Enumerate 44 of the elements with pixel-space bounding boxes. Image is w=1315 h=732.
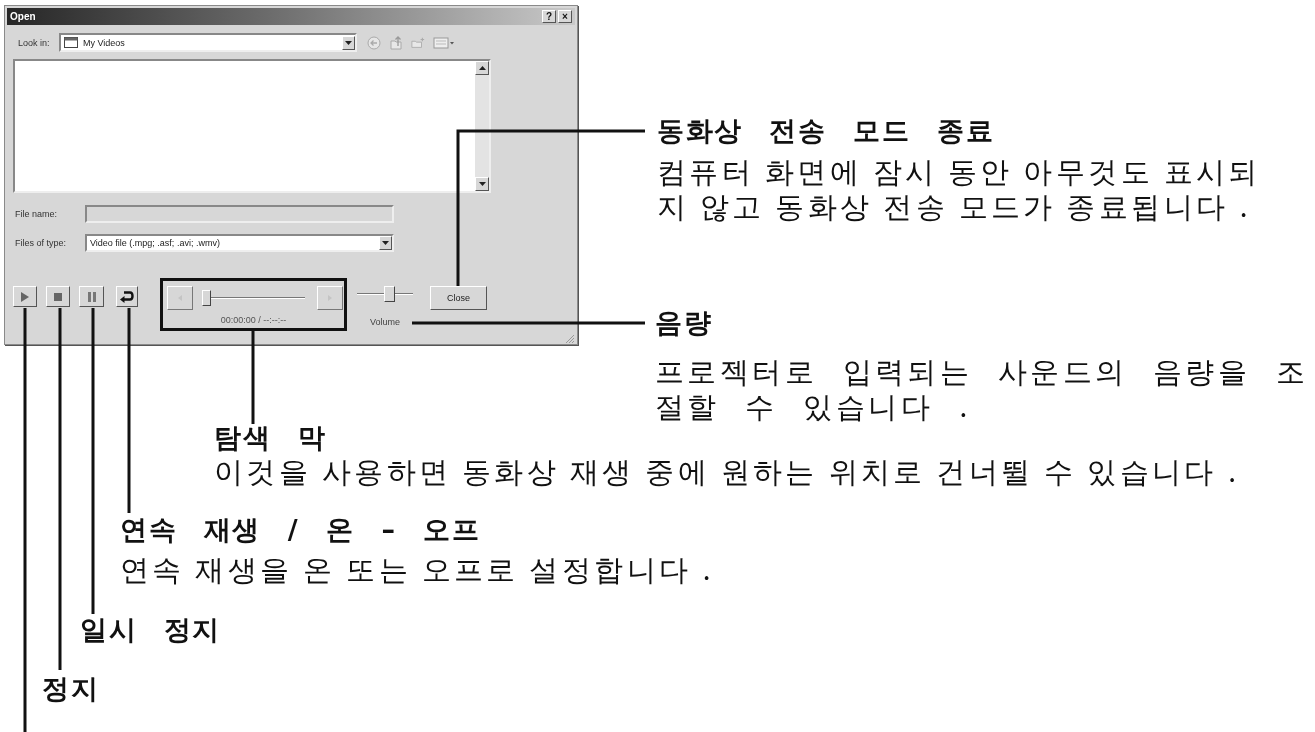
look-in-label: Look in: [18, 37, 51, 48]
callout-title: 일시 정지 [80, 613, 221, 647]
window-icon [64, 37, 78, 48]
up-arrow-icon [478, 66, 486, 70]
down-arrow-icon [382, 241, 389, 245]
seek-forward-button[interactable] [317, 286, 343, 310]
close-button[interactable]: Close [430, 286, 487, 310]
help-button[interactable]: ? [542, 10, 556, 23]
seek-back-button[interactable] [167, 286, 193, 310]
down-arrow-icon [345, 40, 352, 45]
callout-title: 정지 [42, 672, 99, 706]
seek-thumb[interactable] [202, 290, 211, 306]
file-type-label: Files of type: [15, 238, 68, 248]
callout-description: 이것을 사용하면 동화상 재생 중에 원하는 위치로 건너뛸 수 있습니다 . [214, 455, 1241, 490]
scroll-up-button[interactable] [475, 61, 489, 75]
callout-title: 탐색 막 [214, 421, 327, 455]
volume-label: Volume [370, 317, 400, 327]
stop-button[interactable] [46, 286, 70, 307]
scroll-down-button[interactable] [475, 177, 489, 191]
play-icon [21, 291, 29, 302]
volume-thumb[interactable] [384, 286, 395, 302]
callout-title: 동화상 전송 모드 종료 [657, 114, 995, 148]
callout-title: 음량 [655, 306, 712, 340]
time-display: 00:00:00 / --:--:-- [220, 315, 287, 325]
pause-button[interactable] [79, 286, 104, 307]
window-close-button[interactable]: × [558, 10, 572, 23]
window-title: Open [10, 11, 36, 22]
dropdown-button[interactable] [342, 35, 355, 50]
callout-description: 컴퓨터 화면에 잠시 동안 아무것도 표시되지 않고 동화상 전송 모드가 종료됩니다 . [657, 155, 1262, 225]
look-in-dropdown[interactable]: My Videos [59, 33, 357, 52]
resize-grip-icon[interactable] [565, 334, 575, 344]
loop-button[interactable] [116, 286, 138, 307]
pause-icon [87, 291, 96, 302]
callout-description: 연속 재생을 온 또는 오프로 설정합니다 . [120, 553, 716, 588]
down-arrow-icon [478, 182, 486, 186]
file-name-label: File name: [15, 209, 59, 219]
file-type-dropdown[interactable]: Video file (.mpg; .asf; .avi; .wmv) [85, 234, 394, 252]
play-button[interactable] [13, 286, 37, 307]
dropdown-button[interactable] [379, 236, 392, 250]
callout-description: 프로젝터로 입력되는 사운드의 음량을 조절할 수 있습니다 . [655, 355, 1310, 425]
scrollbar[interactable] [475, 61, 489, 191]
stop-icon [54, 291, 62, 302]
loop-icon [120, 290, 134, 303]
callout-title: 연속 재생 / 온 – 오프 [120, 513, 481, 547]
